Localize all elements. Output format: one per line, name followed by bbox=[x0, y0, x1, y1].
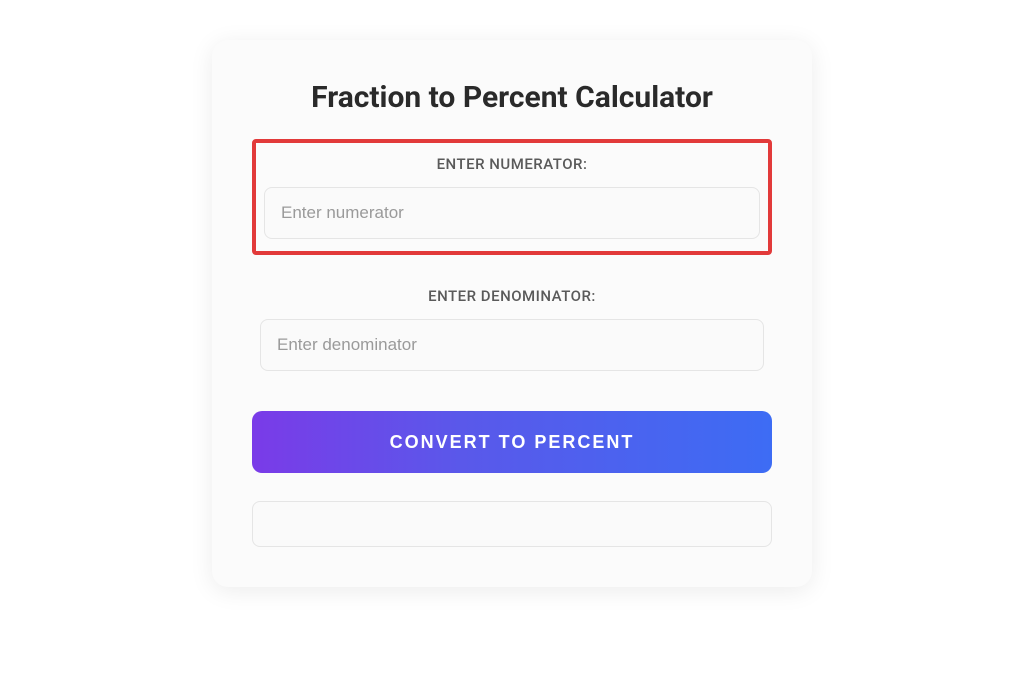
denominator-label: ENTER DENOMINATOR: bbox=[260, 287, 764, 305]
calculator-card: Fraction to Percent Calculator ENTER NUM… bbox=[212, 40, 812, 587]
result-output bbox=[252, 501, 772, 547]
denominator-field-group: ENTER DENOMINATOR: bbox=[252, 275, 772, 383]
numerator-input[interactable] bbox=[264, 187, 760, 239]
numerator-field-group: ENTER NUMERATOR: bbox=[252, 139, 772, 255]
convert-button[interactable]: CONVERT TO PERCENT bbox=[252, 411, 772, 473]
numerator-label: ENTER NUMERATOR: bbox=[264, 155, 760, 173]
page-title: Fraction to Percent Calculator bbox=[252, 80, 772, 115]
denominator-input[interactable] bbox=[260, 319, 764, 371]
